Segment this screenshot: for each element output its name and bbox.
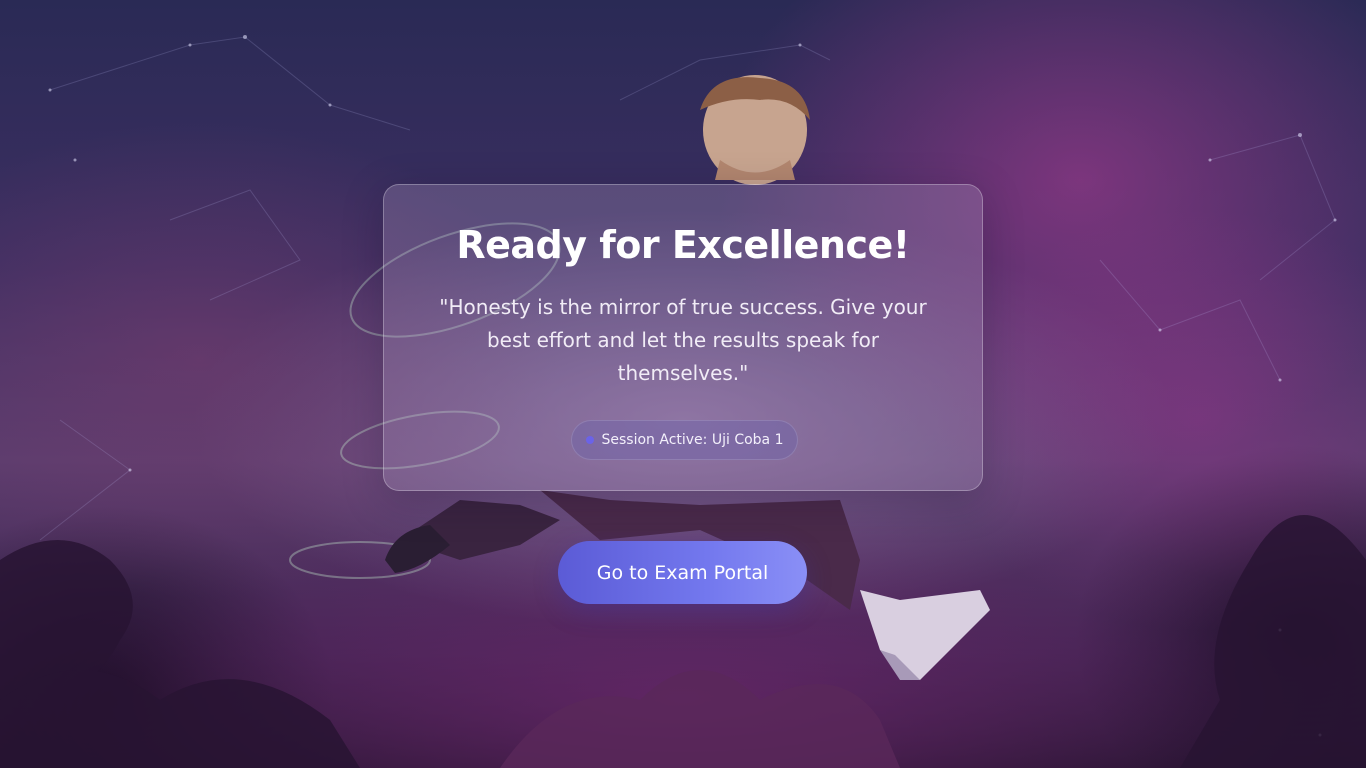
- exam-portal-button[interactable]: Go to Exam Portal: [558, 541, 807, 604]
- motivational-quote: "Honesty is the mirror of true success. …: [439, 295, 927, 385]
- page-title: Ready for Excellence!: [456, 223, 910, 267]
- landing-screen: Ready for Excellence! "Honesty is the mi…: [0, 0, 1366, 768]
- motivation-card: Ready for Excellence! "Honesty is the mi…: [383, 184, 983, 491]
- session-status-badge: Session Active: Uji Coba 1: [571, 420, 798, 460]
- status-dot-icon: [585, 436, 594, 444]
- session-status-text: Session Active: Uji Coba 1: [601, 432, 784, 448]
